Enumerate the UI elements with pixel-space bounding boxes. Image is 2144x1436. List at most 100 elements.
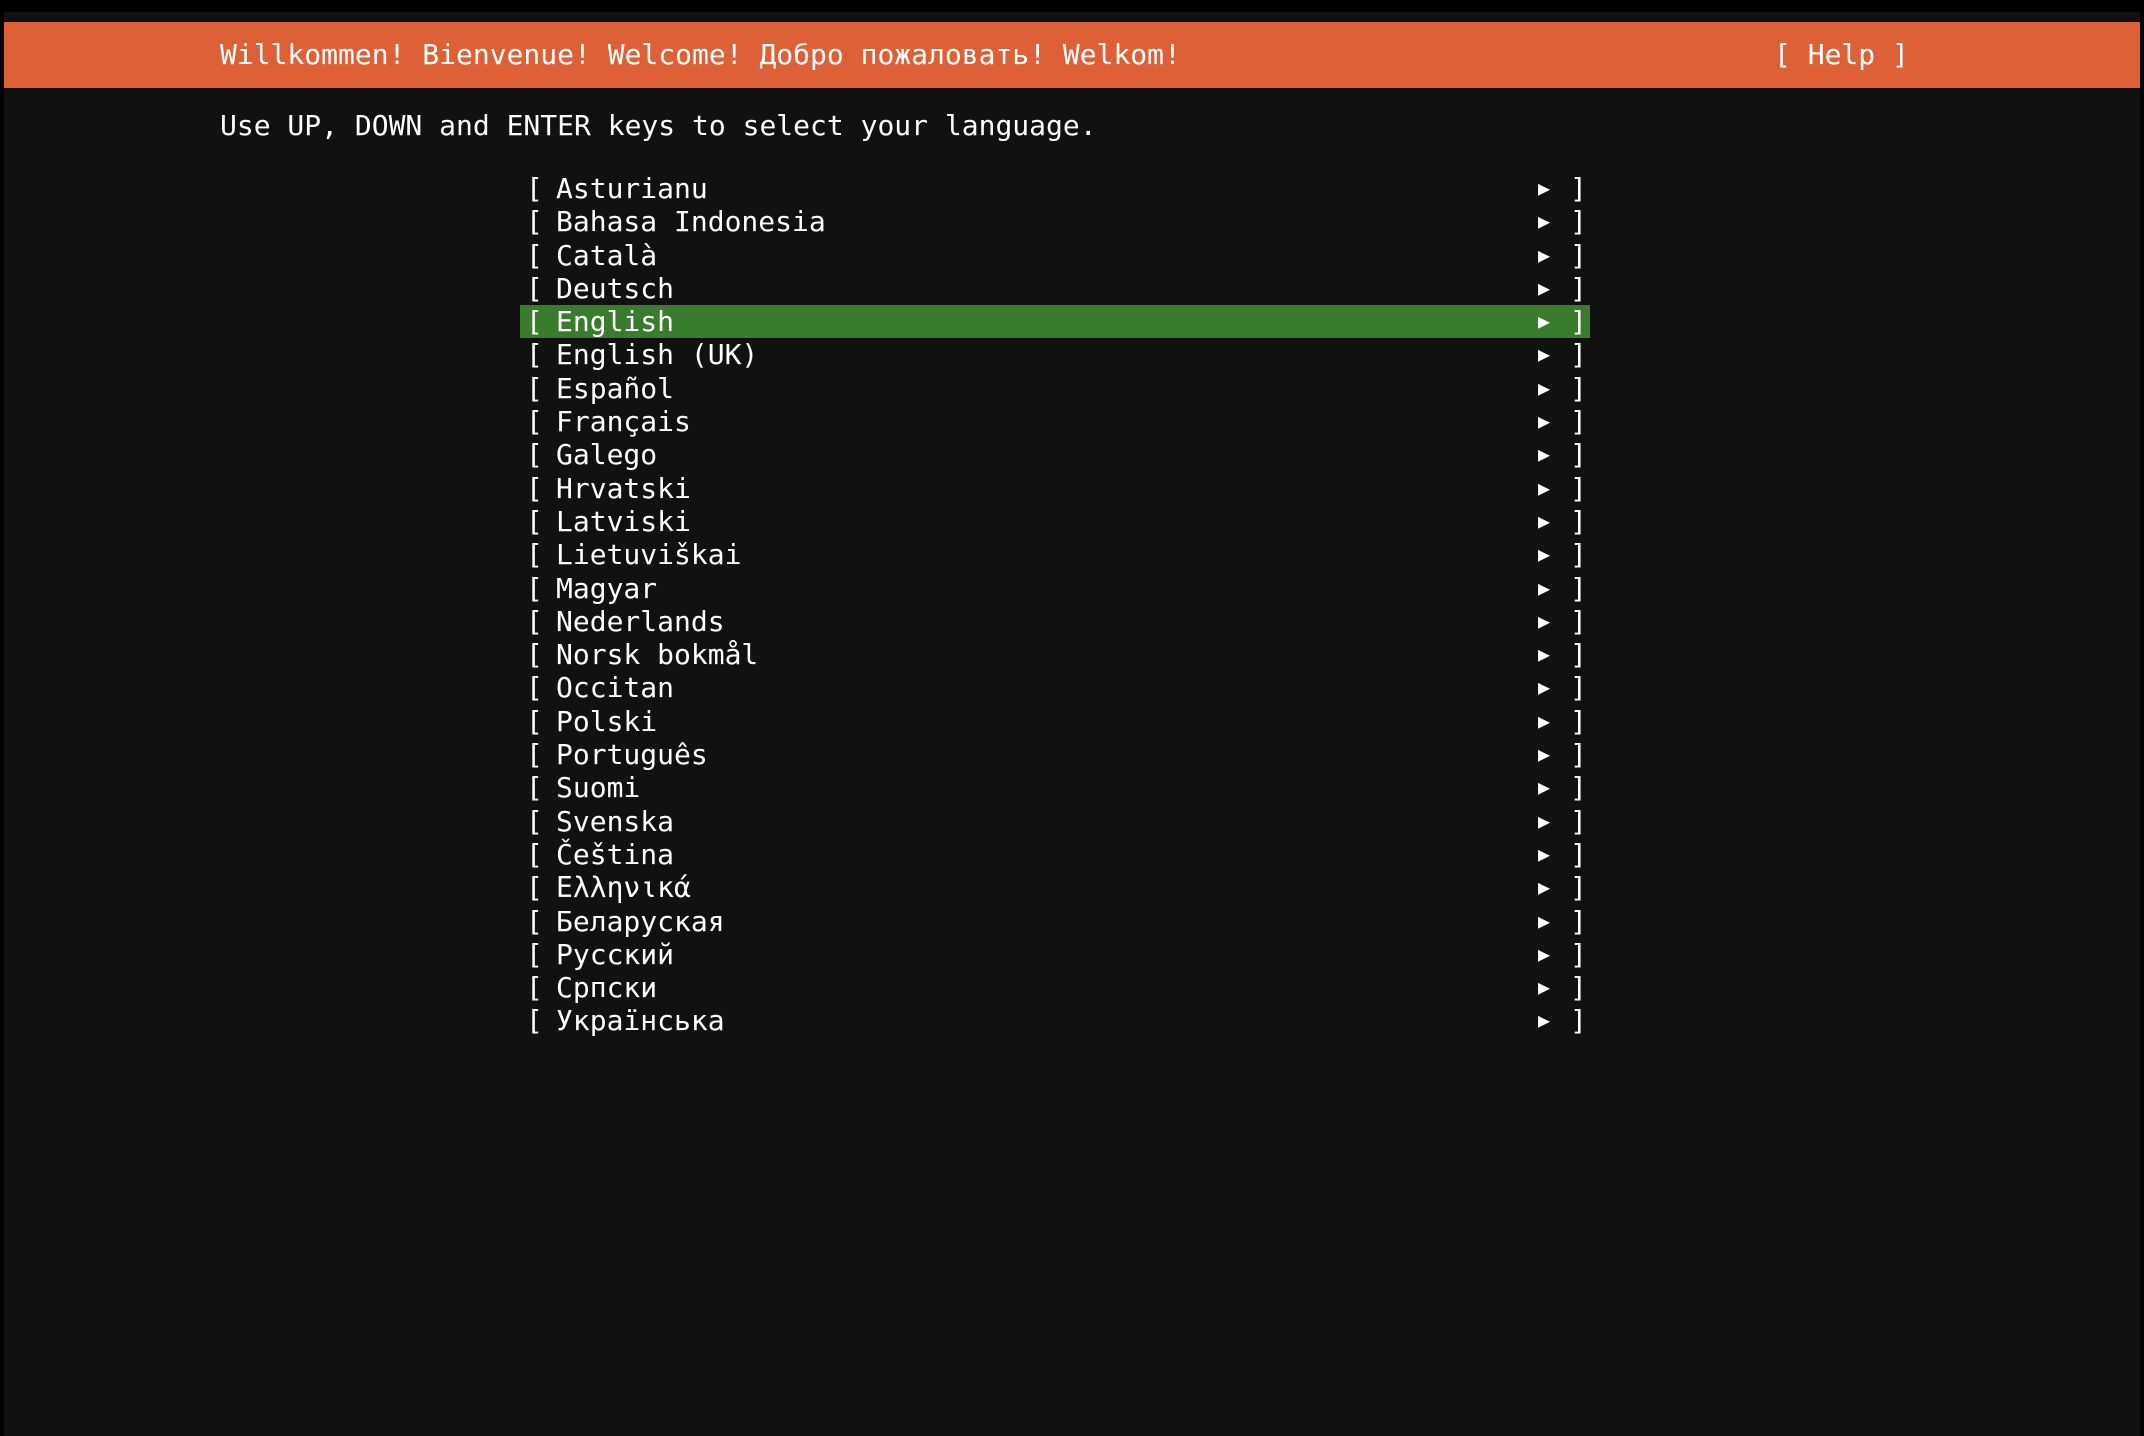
bracket-close: ]	[1570, 371, 1587, 405]
bracket-open: [	[526, 504, 543, 538]
arrow-right-icon: ▶	[1538, 542, 1551, 567]
arrow-right-icon: ▶	[1538, 941, 1551, 966]
arrow-right-icon: ▶	[1538, 841, 1551, 866]
language-option[interactable]: [Occitan ▶]	[520, 671, 1590, 704]
arrow-right-icon: ▶	[1538, 275, 1551, 300]
bracket-close: ]	[1570, 205, 1587, 239]
language-option[interactable]: [Polski ▶]	[520, 705, 1590, 738]
language-list: [ Asturianu ▶] [ Bahasa Indonesia ▶] [ Català ▶]…	[520, 172, 1590, 1038]
language-label: Suomi	[556, 771, 641, 805]
arrow-right-icon: ▶	[1538, 508, 1551, 533]
bracket-open: [	[526, 671, 543, 705]
language-label: Galego	[556, 438, 658, 472]
language-option[interactable]: [ Hrvatski ▶]	[520, 472, 1590, 505]
arrow-right-icon: ▶	[1538, 176, 1551, 200]
arrow-right-icon: ▶	[1538, 1008, 1551, 1033]
language-option[interactable]: [Galego ▶]	[520, 438, 1590, 471]
bracket-open: [	[526, 238, 543, 272]
bracket-close: ]	[1570, 305, 1587, 339]
bracket-open: [	[526, 904, 543, 938]
bracket-open: [	[526, 438, 543, 472]
language-option[interactable]: [Bahasa Indonesia ▶]	[520, 205, 1590, 238]
language-label: Українська	[556, 1004, 725, 1038]
bracket-open: [	[526, 871, 543, 905]
language-label: Magyar	[556, 571, 658, 605]
language-label: Asturianu	[556, 172, 708, 205]
bracket-open: [	[526, 738, 543, 772]
bracket-open: [	[526, 371, 543, 405]
arrow-right-icon: ▶	[1538, 708, 1551, 733]
language-option[interactable]: [ Asturianu ▶]	[520, 172, 1590, 205]
help-button[interactable]: [ Help ]	[1774, 22, 1909, 88]
language-label: Беларуская	[556, 904, 725, 938]
language-option[interactable]: [Српски ▶]	[520, 971, 1590, 1004]
language-option[interactable]: [Français ▶]	[520, 405, 1590, 438]
bracket-open: [	[526, 771, 543, 805]
arrow-right-icon: ▶	[1538, 375, 1551, 400]
bracket-close: ]	[1570, 271, 1587, 305]
language-option[interactable]: [Ελληνικά ▶]	[520, 871, 1590, 904]
bracket-close: ]	[1570, 571, 1587, 605]
language-label: Português	[556, 738, 708, 772]
bracket-open: [	[526, 405, 543, 439]
bracket-close: ]	[1570, 738, 1587, 772]
language-option[interactable]: [Suomi ▶]	[520, 771, 1590, 804]
language-option[interactable]: [ Magyar ▶]	[520, 572, 1590, 605]
language-option[interactable]: [Svenska ▶]	[520, 805, 1590, 838]
bracket-open: [	[526, 571, 543, 605]
language-option[interactable]: [ Español ▶]	[520, 372, 1590, 405]
language-option[interactable]: [English (UK) ▶]	[520, 338, 1590, 371]
bracket-open: [	[526, 471, 543, 505]
bracket-close: ]	[1570, 238, 1587, 272]
language-option[interactable]: [Deutsch ▶]	[520, 272, 1590, 305]
bracket-close: ]	[1570, 937, 1587, 971]
bracket-close: ]	[1570, 338, 1587, 372]
arrow-right-icon: ▶	[1538, 309, 1551, 334]
language-option[interactable]: [Nederlands ▶]	[520, 605, 1590, 638]
language-label: Français	[556, 405, 691, 439]
language-option[interactable]: [Latviski ▶]	[520, 505, 1590, 538]
bracket-open: [	[526, 172, 543, 205]
bracket-close: ]	[1570, 471, 1587, 505]
language-option[interactable]: [Norsk bokmål ▶]	[520, 638, 1590, 671]
bracket-open: [	[526, 538, 543, 572]
installer-screen: Willkommen! Bienvenue! Welcome! Добро по…	[4, 12, 2140, 1436]
language-label: Ελληνικά	[556, 871, 691, 905]
bracket-close: ]	[1570, 1004, 1587, 1038]
instruction-text: Use UP, DOWN and ENTER keys to select yo…	[220, 109, 1097, 142]
language-option[interactable]: [ Català ▶]	[520, 239, 1590, 272]
language-label: Hrvatski	[556, 471, 691, 505]
arrow-right-icon: ▶	[1538, 675, 1551, 700]
bracket-open: [	[526, 804, 543, 838]
arrow-right-icon: ▶	[1538, 975, 1551, 1000]
language-option[interactable]: [English ▶]	[520, 305, 1590, 339]
arrow-right-icon: ▶	[1538, 742, 1551, 767]
language-option[interactable]: [ Português ▶]	[520, 738, 1590, 771]
language-option[interactable]: [Lietuviškai ▶]	[520, 538, 1590, 571]
arrow-right-icon: ▶	[1538, 908, 1551, 933]
language-label: Čeština	[556, 837, 675, 871]
language-option[interactable]: [Беларуская ▶]	[520, 905, 1590, 938]
language-label: Català	[556, 238, 658, 272]
language-label: Polski	[556, 704, 658, 738]
language-option[interactable]: [Čeština ▶]	[520, 838, 1590, 871]
bracket-open: [	[526, 305, 543, 339]
bracket-open: [	[526, 837, 543, 871]
language-label: Español	[556, 371, 675, 405]
bracket-open: [	[526, 971, 543, 1005]
bracket-close: ]	[1570, 771, 1587, 805]
language-label: Norsk bokmål	[556, 638, 759, 672]
bracket-close: ]	[1570, 638, 1587, 672]
arrow-right-icon: ▶	[1538, 242, 1551, 267]
bracket-close: ]	[1570, 172, 1587, 205]
bracket-open: [	[526, 1004, 543, 1038]
arrow-right-icon: ▶	[1538, 875, 1551, 900]
language-option[interactable]: [Русский ▶]	[520, 938, 1590, 971]
arrow-right-icon: ▶	[1538, 475, 1551, 500]
arrow-right-icon: ▶	[1538, 209, 1551, 234]
language-label: Nederlands	[556, 604, 725, 638]
arrow-right-icon: ▶	[1538, 575, 1551, 600]
bracket-open: [	[526, 638, 543, 672]
language-option[interactable]: [ Українська ▶]	[520, 1004, 1590, 1037]
language-label: Bahasa Indonesia	[556, 205, 826, 239]
